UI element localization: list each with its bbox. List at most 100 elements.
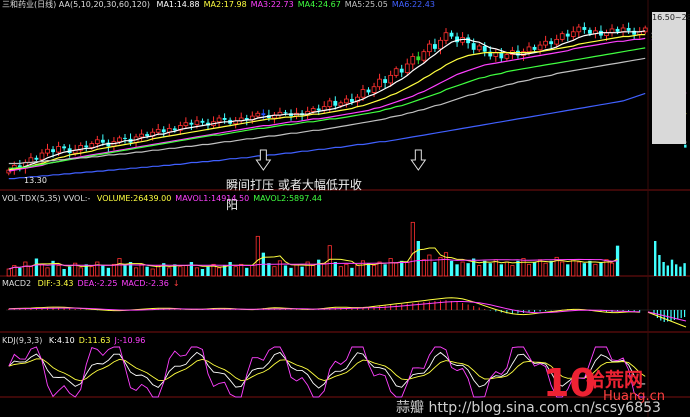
tail-volume-bar <box>675 264 678 276</box>
candle-body <box>139 133 144 138</box>
candle-body <box>333 100 338 106</box>
volume-bar <box>400 260 404 276</box>
candle-body <box>449 32 454 37</box>
candle-body <box>161 129 166 133</box>
tail-volume-bar <box>662 262 665 276</box>
tail-volume-bar <box>658 255 661 276</box>
volume-bar <box>571 259 576 277</box>
macd-dea-line <box>8 301 640 314</box>
volume-bar <box>311 265 316 277</box>
volume-bar <box>56 265 61 277</box>
volume-bar <box>133 267 139 277</box>
ma-label-0: MA1:14.88 <box>156 0 200 9</box>
candle-body <box>349 99 354 102</box>
kdj-label-2: J:-10.96 <box>114 336 146 345</box>
tail-price-range: 16.50~28.0 <box>652 13 690 22</box>
candle-body <box>200 120 205 123</box>
candle-body <box>94 139 100 144</box>
candle-body <box>404 63 410 73</box>
volume-bar <box>355 265 360 277</box>
volume-bar <box>549 260 553 276</box>
candle-body <box>62 146 67 149</box>
volume-bar <box>255 235 260 277</box>
tail-volume-bar <box>683 263 686 276</box>
volume-bar <box>294 263 299 277</box>
ma-label-3: MA4:24.67 <box>297 0 341 9</box>
candle-body <box>377 78 382 88</box>
volume-bar <box>477 265 482 277</box>
volume-bar <box>189 262 194 276</box>
candle-body <box>504 54 510 59</box>
volume-bar <box>95 261 100 277</box>
candle-body <box>255 112 261 117</box>
volume-bar <box>449 260 454 276</box>
kdj-indicator-name: KDJ(9,3,3) <box>2 336 43 345</box>
volume-bar <box>183 265 188 277</box>
macd-dif-line <box>8 297 640 316</box>
volume-bar <box>18 267 22 276</box>
macd-indicator-name: MACD2 <box>2 279 32 288</box>
volume-bar <box>45 267 50 277</box>
volume-bar <box>6 268 11 277</box>
volume-bar <box>194 267 200 277</box>
volume-bar <box>101 265 105 276</box>
volume-bar <box>366 263 371 276</box>
volume-bar <box>34 258 39 276</box>
tail-volume-bar <box>666 265 669 276</box>
volume-bar <box>327 245 332 277</box>
volume-bar <box>245 267 249 276</box>
candle-body <box>45 148 50 154</box>
candle-body <box>410 56 416 65</box>
ma-line-ma6 <box>8 92 646 180</box>
volume-bar <box>106 267 111 276</box>
candle-body <box>383 79 388 83</box>
volume-bar <box>39 263 45 277</box>
macd-legend: MACD2 DIF:-3.43 DEA:-2.25 MACD:-2.36 ↓ <box>2 279 180 289</box>
candle-body <box>100 139 105 143</box>
volume-bar <box>289 267 293 276</box>
volume-bar <box>217 267 222 277</box>
candle-body <box>443 32 449 41</box>
volume-bar <box>483 260 487 276</box>
volume-bar <box>267 263 271 276</box>
candle-body <box>222 118 227 120</box>
candle-body <box>570 31 576 37</box>
candle-body <box>145 134 150 136</box>
volume-bar <box>233 266 238 277</box>
volume-bar <box>576 261 581 277</box>
candle-body <box>499 52 504 59</box>
volume-bar <box>371 265 377 277</box>
volume-bar <box>560 261 565 277</box>
volume-bar <box>28 266 33 277</box>
watermark-site: 拾荒网 <box>586 369 644 391</box>
candle-body <box>559 33 565 40</box>
candle-body <box>155 128 161 133</box>
macd-label-0: DIF:-3.43 <box>37 279 74 288</box>
volume-bar <box>455 264 459 276</box>
mavol2-line <box>8 258 618 270</box>
volume-bar <box>111 263 116 277</box>
volume-bar <box>410 221 415 277</box>
volume-bar <box>200 269 205 276</box>
candle-body <box>39 152 45 161</box>
candle-body <box>416 56 421 61</box>
volume-bar <box>538 259 543 277</box>
volume-bar <box>333 262 337 276</box>
candle-body <box>189 122 194 125</box>
candle-body <box>56 146 61 153</box>
candle-body <box>261 113 266 116</box>
tail-volume-bar <box>654 241 657 276</box>
volume-bar <box>167 267 172 277</box>
volume-bar <box>460 261 465 277</box>
macd-label-2: MACD:-2.36 <box>121 279 169 288</box>
volume-bar <box>521 258 526 277</box>
candle-body <box>615 28 620 32</box>
ma-line-ma2 <box>8 33 646 171</box>
volume-bar <box>488 263 492 276</box>
volume-bar <box>543 262 548 277</box>
candle-body <box>438 39 443 50</box>
ma-label-1: MA2:17.98 <box>203 0 247 9</box>
volume-bar <box>277 260 283 277</box>
price-legend: 三和药业(日线) AA(5,10,20,30,60,120) MA1:14.88… <box>2 0 435 10</box>
candle-body <box>338 102 344 107</box>
